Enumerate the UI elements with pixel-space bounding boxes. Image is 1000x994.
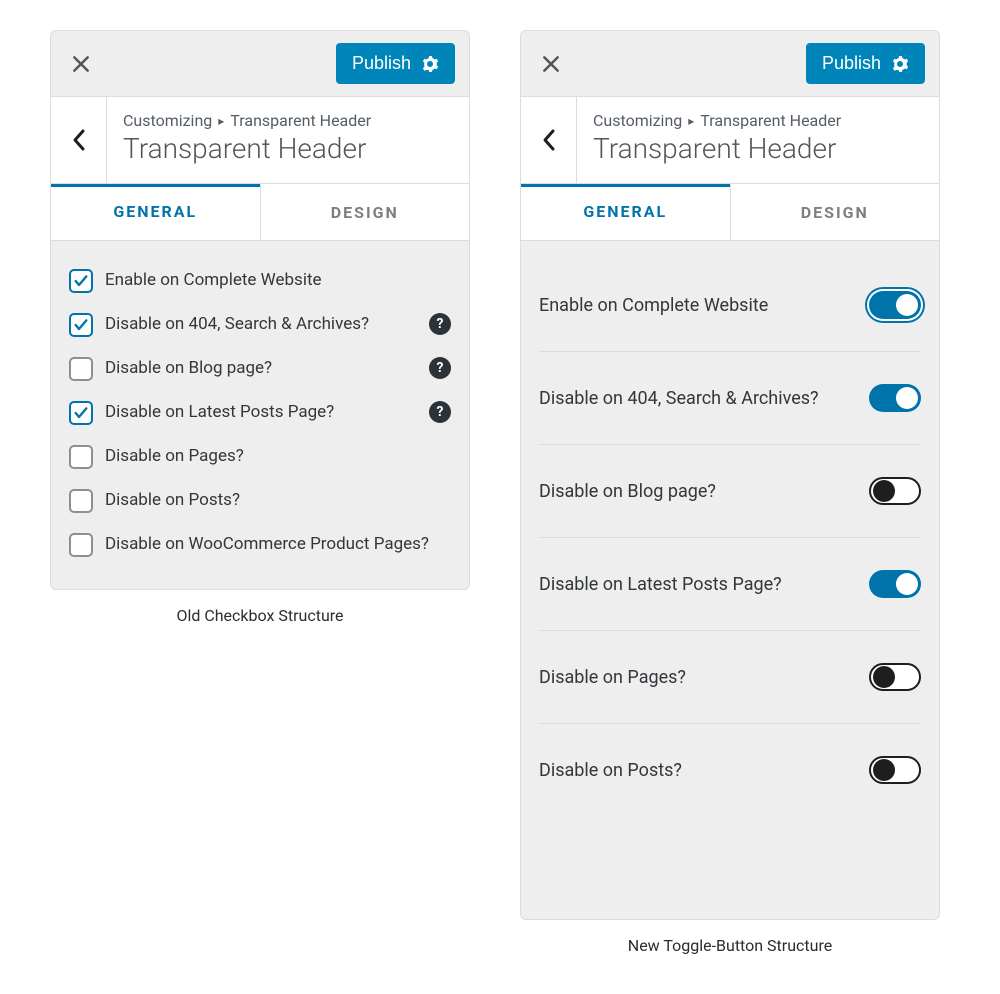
right-panel-wrap: Publish Customizing ▸ Transparent Header… <box>520 30 940 955</box>
tab-general[interactable]: GENERAL <box>521 184 730 240</box>
checkbox[interactable] <box>69 269 93 293</box>
gear-icon <box>891 55 909 73</box>
titlebar: Customizing ▸ Transparent Header Transpa… <box>51 97 469 184</box>
title-text: Customizing ▸ Transparent Header Transpa… <box>107 97 387 183</box>
gear-icon <box>421 55 439 73</box>
option-row: Disable on 404, Search & Archives?? <box>69 303 451 347</box>
panel-title: Transparent Header <box>593 132 841 165</box>
toggle-knob <box>873 666 895 688</box>
option-row: Disable on Latest Posts Page?? <box>69 391 451 435</box>
option-label: Disable on Latest Posts Page? <box>539 574 869 595</box>
help-icon[interactable]: ? <box>429 313 451 335</box>
option-label: Disable on Latest Posts Page? <box>105 401 417 424</box>
tab-design[interactable]: DESIGN <box>260 184 470 240</box>
toggle[interactable] <box>869 291 921 319</box>
breadcrumb-root: Customizing <box>593 111 682 130</box>
option-row: Enable on Complete Website <box>539 259 921 352</box>
option-label: Disable on Pages? <box>539 667 869 688</box>
breadcrumb: Customizing ▸ Transparent Header <box>593 111 841 130</box>
option-row: Disable on Blog page?? <box>69 347 451 391</box>
right-caption: New Toggle-Button Structure <box>628 936 832 955</box>
close-icon <box>541 54 561 74</box>
chevron-left-icon <box>541 128 557 152</box>
option-label: Disable on Blog page? <box>105 357 417 380</box>
close-button[interactable] <box>535 48 567 80</box>
checkbox[interactable] <box>69 357 93 381</box>
checkbox[interactable] <box>69 445 93 469</box>
customizer-panel-new: Publish Customizing ▸ Transparent Header… <box>520 30 940 920</box>
topbar: Publish <box>521 31 939 97</box>
toggle-knob <box>873 759 895 781</box>
toggle-knob <box>896 573 918 595</box>
option-row: Disable on Pages? <box>539 631 921 724</box>
help-icon[interactable]: ? <box>429 401 451 423</box>
tabs: GENERAL DESIGN <box>51 184 469 241</box>
options-list-checkbox: Enable on Complete Website Disable on 404… <box>51 241 469 589</box>
option-label: Disable on Blog page? <box>539 481 869 502</box>
option-label: Disable on Pages? <box>105 445 451 468</box>
toggle-knob <box>896 387 918 409</box>
toggle-knob <box>873 480 895 502</box>
close-button[interactable] <box>65 48 97 80</box>
option-row: Disable on WooCommerce Product Pages? <box>69 523 451 567</box>
toggle-knob <box>896 294 918 316</box>
chevron-left-icon <box>71 128 87 152</box>
tab-general[interactable]: GENERAL <box>51 184 260 240</box>
option-row: Disable on Latest Posts Page? <box>539 538 921 631</box>
breadcrumb-leaf: Transparent Header <box>230 111 371 130</box>
breadcrumb-root: Customizing <box>123 111 212 130</box>
option-row: Disable on Posts? <box>539 724 921 816</box>
left-panel-wrap: Publish Customizing ▸ Transparent Header… <box>50 30 470 625</box>
toggle[interactable] <box>869 477 921 505</box>
tab-design[interactable]: DESIGN <box>730 184 940 240</box>
option-row: Enable on Complete Website <box>69 259 451 303</box>
breadcrumb-separator-icon: ▸ <box>218 114 224 128</box>
option-label: Disable on 404, Search & Archives? <box>539 388 869 409</box>
breadcrumb: Customizing ▸ Transparent Header <box>123 111 371 130</box>
breadcrumb-separator-icon: ▸ <box>688 114 694 128</box>
back-button[interactable] <box>521 97 577 183</box>
publish-label: Publish <box>352 53 411 74</box>
help-icon[interactable]: ? <box>429 357 451 379</box>
publish-button[interactable]: Publish <box>336 43 455 84</box>
option-label: Disable on Posts? <box>105 489 451 512</box>
publish-label: Publish <box>822 53 881 74</box>
left-caption: Old Checkbox Structure <box>176 606 343 625</box>
option-row: Disable on Pages? <box>69 435 451 479</box>
checkbox[interactable] <box>69 533 93 557</box>
customizer-panel-old: Publish Customizing ▸ Transparent Header… <box>50 30 470 590</box>
titlebar: Customizing ▸ Transparent Header Transpa… <box>521 97 939 184</box>
option-row: Disable on Blog page? <box>539 445 921 538</box>
option-label: Enable on Complete Website <box>105 269 451 292</box>
option-label: Disable on WooCommerce Product Pages? <box>105 533 451 556</box>
option-label: Disable on Posts? <box>539 760 869 781</box>
options-list-toggle: Enable on Complete Website Disable on 404… <box>521 241 939 838</box>
toggle[interactable] <box>869 384 921 412</box>
panel-title: Transparent Header <box>123 132 371 165</box>
option-label: Enable on Complete Website <box>539 295 869 316</box>
close-icon <box>71 54 91 74</box>
title-text: Customizing ▸ Transparent Header Transpa… <box>577 97 857 183</box>
back-button[interactable] <box>51 97 107 183</box>
option-row: Disable on Posts? <box>69 479 451 523</box>
toggle[interactable] <box>869 570 921 598</box>
tabs: GENERAL DESIGN <box>521 184 939 241</box>
checkbox[interactable] <box>69 401 93 425</box>
topbar: Publish <box>51 31 469 97</box>
publish-button[interactable]: Publish <box>806 43 925 84</box>
checkbox[interactable] <box>69 313 93 337</box>
option-row: Disable on 404, Search & Archives? <box>539 352 921 445</box>
option-label: Disable on 404, Search & Archives? <box>105 313 417 336</box>
breadcrumb-leaf: Transparent Header <box>700 111 841 130</box>
toggle[interactable] <box>869 663 921 691</box>
toggle[interactable] <box>869 756 921 784</box>
checkbox[interactable] <box>69 489 93 513</box>
